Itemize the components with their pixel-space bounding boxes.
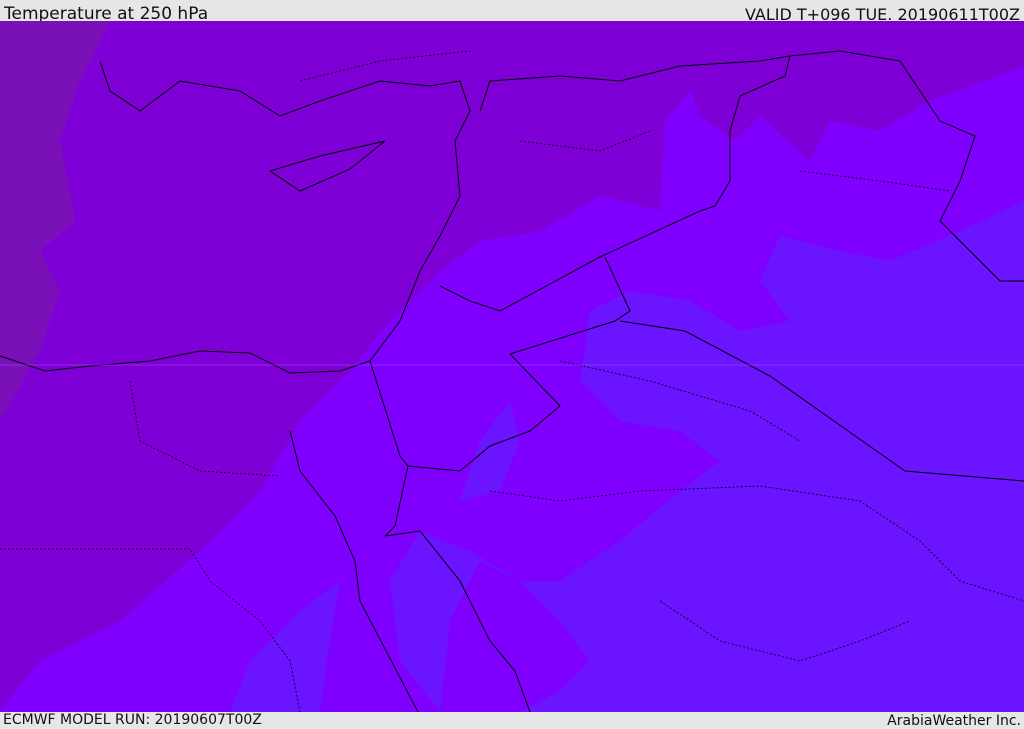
model-run: ECMWF MODEL RUN: 20190607T00Z: [3, 712, 262, 728]
credit-label: ArabiaWeather Inc.: [887, 713, 1021, 729]
footer-bar: ECMWF MODEL RUN: 20190607T00Z ArabiaWeat…: [0, 712, 1024, 729]
temperature-map: [0, 21, 1024, 712]
header-bar: Temperature at 250 hPa VALID T+096 TUE. …: [0, 0, 1024, 24]
